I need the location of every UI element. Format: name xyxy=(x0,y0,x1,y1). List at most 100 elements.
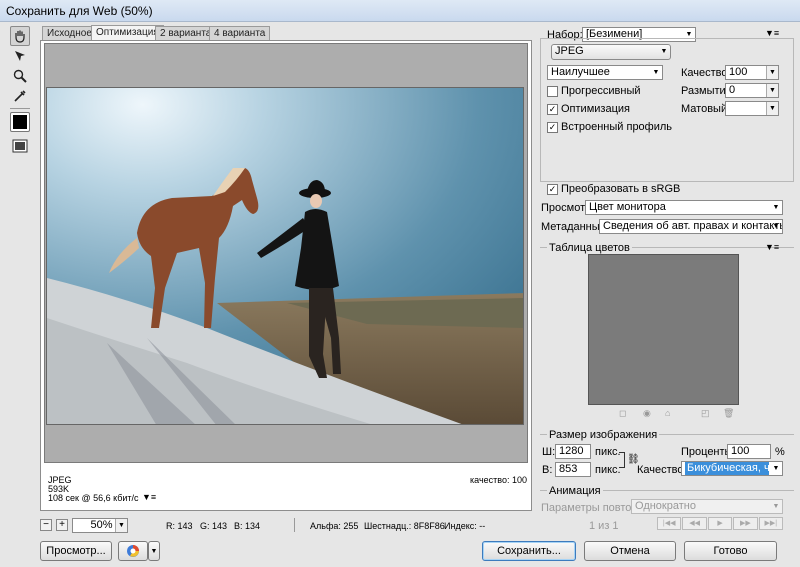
quality-input[interactable]: 100 ▼ xyxy=(725,65,779,80)
optimize-menu-icon[interactable]: ▼≡ xyxy=(765,28,779,38)
resample-quality-select[interactable]: Бикубическая, че...▼ xyxy=(681,461,783,476)
red-value: R: 143 xyxy=(166,521,193,531)
index-value: Индекс: -- xyxy=(444,521,486,531)
animation-controls: |◀◀ ◀◀ ▶ ▶▶ ▶▶| xyxy=(657,517,784,530)
last-frame-icon[interactable]: ▶▶| xyxy=(758,517,784,530)
status-divider xyxy=(294,518,295,532)
image-size-title: Размер изображения xyxy=(547,429,660,441)
blur-input[interactable]: 0 ▼ xyxy=(725,83,779,98)
resample-quality-label: Качество: xyxy=(637,464,687,476)
height-unit: пикс. xyxy=(595,464,621,476)
preview-select[interactable]: Цвет монитора ▼ xyxy=(585,200,783,215)
slice-select-tool-icon[interactable] xyxy=(10,46,30,66)
zoom-out-button[interactable]: − xyxy=(40,519,52,531)
matte-select[interactable]: ▼ xyxy=(725,101,779,116)
loop-options-select[interactable]: Однократно ▼ xyxy=(631,499,783,514)
file-format-value: JPEG xyxy=(555,45,584,57)
prev-frame-icon[interactable]: ◀◀ xyxy=(682,517,707,530)
cancel-button[interactable]: Отмена xyxy=(584,541,676,561)
width-unit: пикс. xyxy=(595,446,621,458)
animation-title: Анимация xyxy=(547,485,603,497)
zoom-select[interactable]: 50% ▼ xyxy=(72,518,128,533)
web-shift-icon[interactable]: ◉ xyxy=(643,408,651,419)
width-input[interactable]: 1280 xyxy=(555,444,591,459)
embed-profile-checkbox[interactable]: ✓ xyxy=(547,122,558,133)
color-table-title: Таблица цветов xyxy=(547,242,632,254)
tab-original[interactable]: Исходное xyxy=(42,26,97,40)
save-button[interactable]: Сохранить... xyxy=(482,541,576,561)
metadata-value: Сведения об авт. правах и контакты xyxy=(603,220,783,232)
hand-tool-icon[interactable] xyxy=(10,26,30,46)
first-frame-icon[interactable]: |◀◀ xyxy=(657,517,682,530)
quality-value: 100 xyxy=(729,66,748,78)
optimized-label: Оптимизация xyxy=(561,103,630,115)
embed-profile-label: Встроенный профиль xyxy=(561,121,673,133)
title-bar: Сохранить для Web (50%) xyxy=(0,0,800,22)
eyedropper-color-swatch[interactable] xyxy=(10,112,30,132)
progressive-label: Прогрессивный xyxy=(561,85,641,97)
progressive-checkbox[interactable] xyxy=(547,86,558,97)
settings-panel: Набор: [Безимени] ▼ ▼≡ JPEG ▼ Наилучшее ▼ К… xyxy=(537,24,797,534)
zoom-value: 50% xyxy=(90,519,113,531)
matte-label: Матовый: xyxy=(681,103,731,115)
percent-unit: % xyxy=(775,446,785,458)
quality-preset-value: Наилучшее xyxy=(551,66,610,78)
preview-image[interactable] xyxy=(46,87,524,425)
play-icon[interactable]: ▶ xyxy=(707,517,733,530)
frame-counter: 1 из 1 xyxy=(589,520,619,532)
file-format-select[interactable]: JPEG ▼ xyxy=(551,44,671,60)
hex-value: Шестнадц.: 8F8F86 xyxy=(364,521,445,531)
green-value: G: 143 xyxy=(200,521,228,531)
eyedropper-tool-icon[interactable] xyxy=(10,86,30,106)
browser-menu-chevron-icon[interactable]: ▼ xyxy=(148,541,160,561)
height-input[interactable]: 853 xyxy=(555,462,591,477)
quality-label: Качество: xyxy=(681,67,731,79)
blur-value: 0 xyxy=(729,84,736,96)
quality-info: качество: 100 xyxy=(470,475,527,485)
convert-srgb-label: Преобразовать в sRGB xyxy=(561,183,681,195)
resample-quality-value: Бикубическая, че... xyxy=(685,462,769,475)
chevron-down-icon: ▼ xyxy=(115,519,127,532)
window-title: Сохранить для Web (50%) xyxy=(6,4,153,18)
next-frame-icon[interactable]: ▶▶ xyxy=(733,517,758,530)
blue-value: B: 134 xyxy=(234,521,261,531)
chevron-down-icon: ▼ xyxy=(660,48,668,55)
zoom-tool-icon[interactable] xyxy=(10,66,30,86)
map-color-icon[interactable]: ◻ xyxy=(619,408,626,419)
height-label: В: xyxy=(542,464,553,476)
preview-value: Цвет монитора xyxy=(589,201,666,213)
toolbox xyxy=(4,26,34,156)
chevron-down-icon: ▼ xyxy=(772,465,780,472)
chevron-down-icon: ▼ xyxy=(766,66,778,79)
convert-srgb-checkbox[interactable]: ✓ xyxy=(547,184,558,195)
download-speed-menu-icon[interactable]: ▼≡ xyxy=(142,492,156,502)
chevron-down-icon: ▼ xyxy=(766,84,778,97)
percent-input[interactable]: 100 xyxy=(727,444,771,459)
tab-optimized[interactable]: Оптимизация xyxy=(91,25,164,40)
chevron-down-icon: ▼ xyxy=(772,503,780,510)
tab-2up[interactable]: 2 варианта xyxy=(155,26,217,40)
constrain-bracket xyxy=(619,452,625,468)
chevron-down-icon: ▼ xyxy=(766,102,778,115)
trash-icon[interactable]: 🗑 xyxy=(723,408,734,419)
optimized-checkbox[interactable]: ✓ xyxy=(547,104,558,115)
metadata-select[interactable]: Сведения об авт. правах и контакты ▼ xyxy=(599,219,783,234)
download-time-info: 108 сек @ 56,6 кбит/с xyxy=(48,493,139,503)
toggle-slices-visibility-icon[interactable] xyxy=(10,136,30,156)
browser-icon[interactable] xyxy=(118,541,148,561)
alpha-value: Альфа: 255 xyxy=(310,521,359,531)
new-color-icon[interactable]: ◰ xyxy=(701,408,710,419)
zoom-in-button[interactable]: + xyxy=(56,519,68,531)
chevron-down-icon: ▼ xyxy=(652,69,660,76)
color-table-swatches[interactable] xyxy=(588,254,739,405)
tab-4up[interactable]: 4 варианта xyxy=(209,26,271,40)
quality-preset-select[interactable]: Наилучшее ▼ xyxy=(547,65,663,80)
chevron-down-icon: ▼ xyxy=(772,223,780,230)
loop-options-value: Однократно xyxy=(635,500,696,512)
done-button[interactable]: Готово xyxy=(684,541,777,561)
color-table-menu-icon[interactable]: ▼≡ xyxy=(765,242,779,252)
width-label: Ш: xyxy=(542,446,556,458)
chevron-down-icon: ▼ xyxy=(772,204,780,211)
lock-color-icon[interactable]: ⌂ xyxy=(665,408,670,418)
preview-in-browser-button[interactable]: Просмотр... xyxy=(40,541,112,561)
